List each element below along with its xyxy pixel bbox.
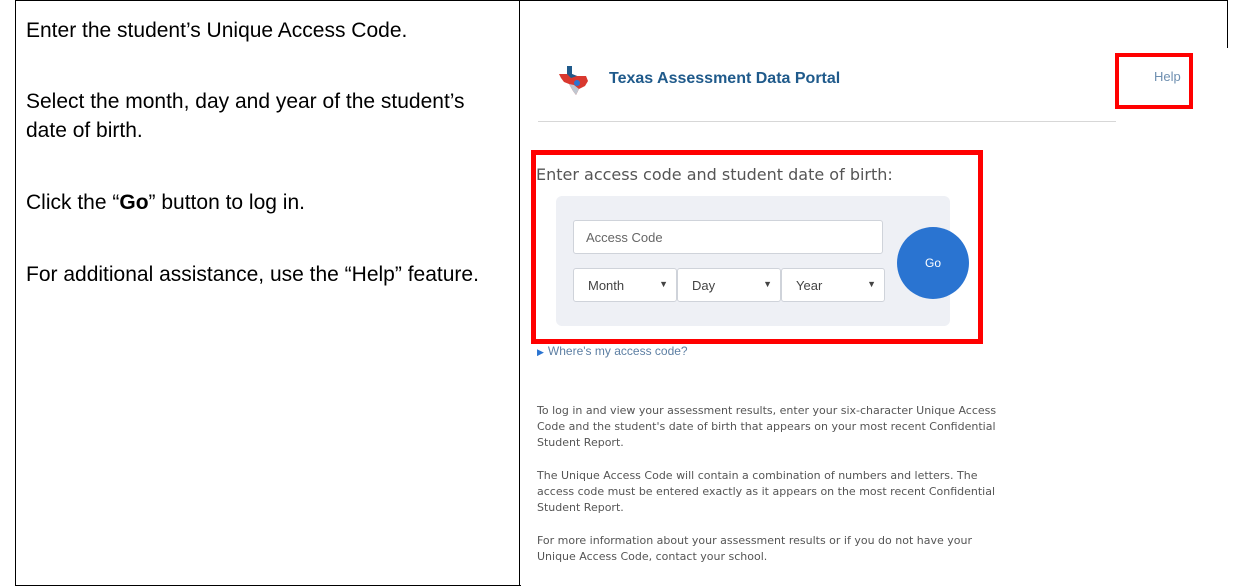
- help-highlight-box: [1115, 53, 1193, 109]
- info-paragraph-code-format: The Unique Access Code will contain a co…: [537, 469, 996, 514]
- info-paragraph-contact: For more information about your assessme…: [537, 534, 972, 563]
- texas-map-logo-icon: [559, 66, 588, 95]
- triangle-right-icon: ▶: [537, 347, 544, 357]
- instruction-go-before: Click the “: [26, 191, 120, 214]
- instruction-go-bold: Go: [119, 191, 149, 214]
- portal-screenshot: Texas Assessment Data Portal Help Enter …: [521, 48, 1229, 587]
- instruction-table: Enter the student’s Unique Access Code. …: [15, 0, 1229, 587]
- login-highlight-box: [531, 150, 983, 344]
- info-paragraph-login: To log in and view your assessment resul…: [537, 404, 997, 449]
- where-access-code-label: Where's my access code?: [547, 344, 688, 358]
- instruction-help: For additional assistance, use the “Help…: [26, 263, 479, 286]
- portal-title: Texas Assessment Data Portal: [609, 70, 841, 87]
- table-column-divider: [519, 1, 520, 585]
- where-access-code-link[interactable]: ▶ Where's my access code?: [537, 344, 688, 358]
- instruction-date-of-birth: Select the month, day and year of the st…: [26, 90, 465, 142]
- header-divider: [538, 121, 1116, 122]
- instruction-go: Click the “Go” button to log in.: [26, 188, 305, 217]
- instruction-go-after: ” button to log in.: [148, 191, 305, 214]
- instruction-access-code: Enter the student’s Unique Access Code.: [26, 19, 408, 42]
